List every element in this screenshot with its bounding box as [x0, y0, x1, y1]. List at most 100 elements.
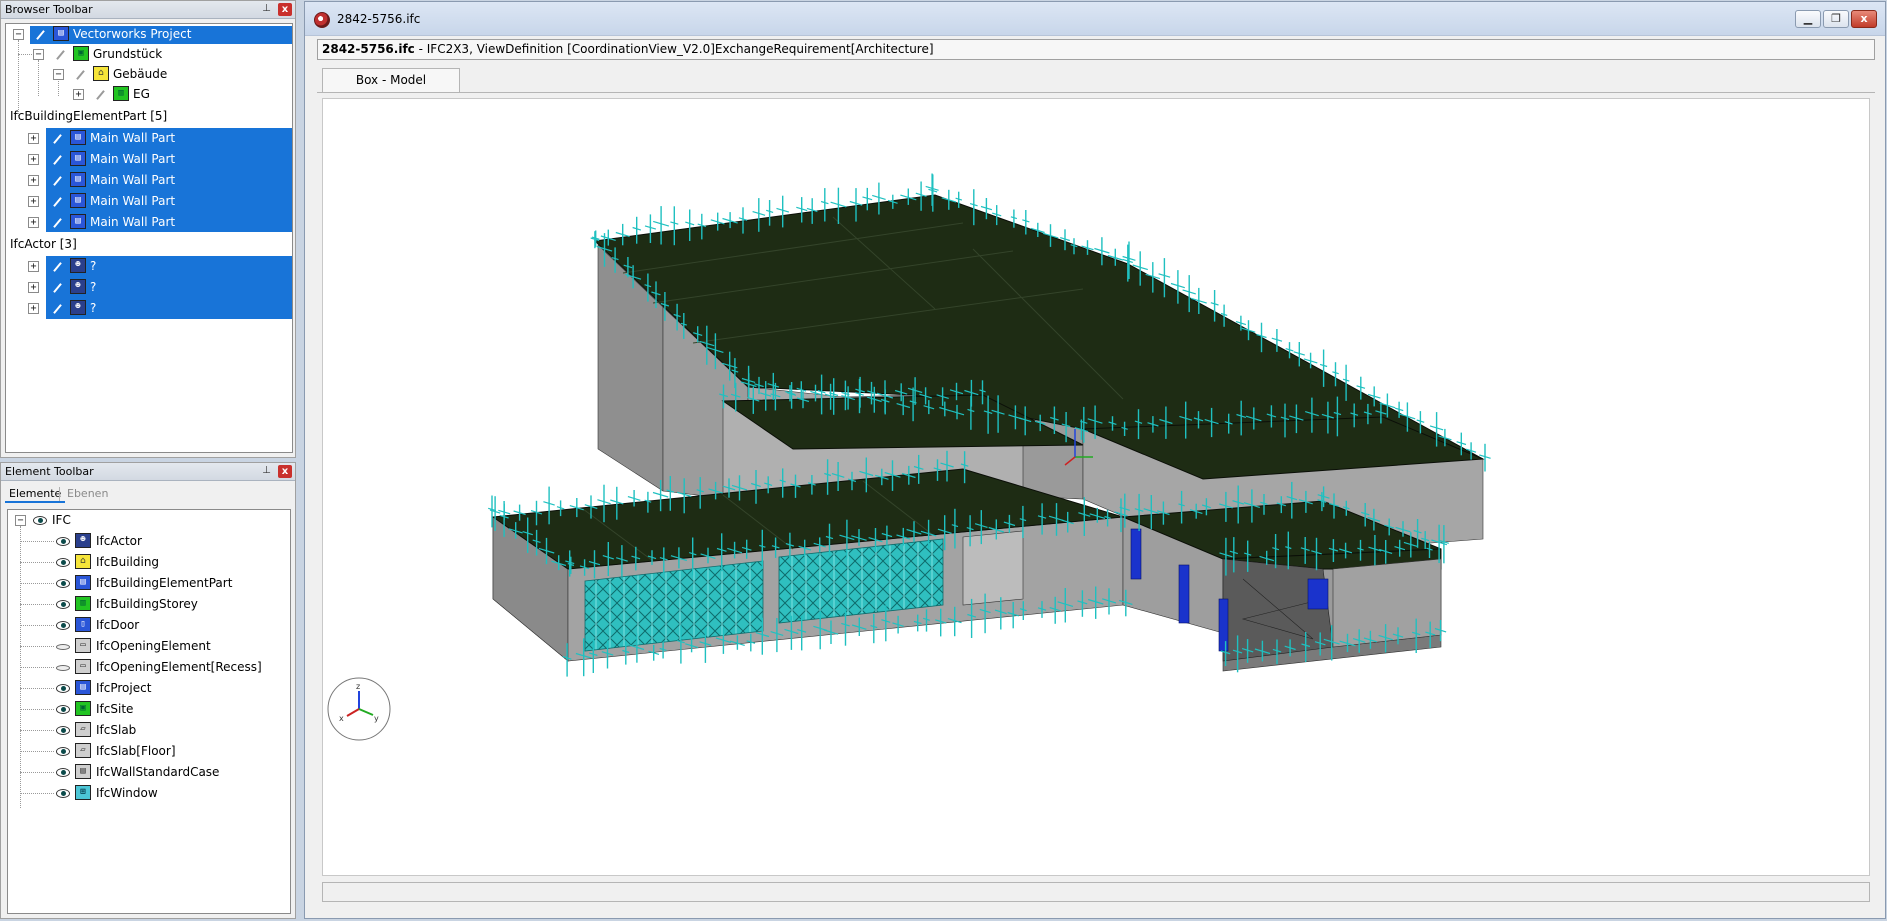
expand-toggle[interactable]: + [28, 175, 39, 186]
expand-toggle[interactable]: + [28, 196, 39, 207]
close-button[interactable]: x [1851, 10, 1877, 28]
expand-toggle[interactable]: + [28, 282, 39, 293]
tree-guide [20, 730, 54, 731]
tab-elemente[interactable]: Elemente [5, 484, 66, 503]
eye-icon[interactable] [56, 747, 70, 756]
expand-toggle[interactable]: + [28, 303, 39, 314]
element-item-ifcslab[interactable]: ▱ IfcSlab [8, 720, 290, 740]
element-item-ifcwindow[interactable]: ⊞ IfcWindow [8, 783, 290, 803]
expand-toggle[interactable]: + [28, 133, 39, 144]
project-icon: ▤ [53, 26, 69, 41]
tree-item-gebaeude[interactable]: − ⌂ Gebäude [6, 64, 292, 84]
eye-icon[interactable] [56, 726, 70, 735]
eye-closed-icon[interactable] [56, 644, 70, 650]
window-title: 2842-5756.ifc [337, 12, 421, 26]
element-item-ifcdoor[interactable]: ▯ IfcDoor [8, 615, 290, 635]
tab-box-model[interactable]: Box - Model [322, 68, 460, 92]
tree-item-actor[interactable]: + ☻ ? [6, 256, 292, 276]
minimize-button[interactable]: ▁ [1795, 10, 1821, 28]
door-marker [1307, 578, 1329, 610]
3d-model-canvas[interactable]: z x y [323, 99, 1870, 876]
document-window: 2842-5756.ifc ▁ ❐ x 2842-5756.ifc - IFC2… [304, 1, 1886, 919]
collapse-toggle[interactable]: − [13, 29, 24, 40]
element-item-ifcslab-floor[interactable]: ▱ IfcSlab[Floor] [8, 741, 290, 761]
tree-item-eg[interactable]: + ▥ EG [6, 84, 292, 104]
tab-ebenen[interactable]: Ebenen [63, 484, 112, 503]
tree-item-main-wall-part[interactable]: + ▤ Main Wall Part [6, 191, 292, 211]
actor-icon: ☻ [70, 279, 86, 294]
tree-guide [20, 604, 54, 605]
eye-icon[interactable] [56, 537, 70, 546]
app-logo-icon [314, 12, 330, 28]
eye-icon[interactable] [56, 705, 70, 714]
pin-icon[interactable]: ⊥ [260, 3, 273, 16]
tree-item-grundstueck[interactable]: − ▣ Grundstück [6, 44, 292, 64]
expand-toggle[interactable]: + [28, 217, 39, 228]
tree-group-buildingelementpart[interactable]: IfcBuildingElementPart [5] [6, 106, 292, 126]
eye-icon[interactable] [56, 789, 70, 798]
window-titlebar[interactable]: 2842-5756.ifc ▁ ❐ x [305, 2, 1885, 36]
element-item-ifcopeningelement[interactable]: ▭ IfcOpeningElement [8, 636, 290, 656]
file-name: 2842-5756.ifc [322, 42, 415, 56]
tree-item-main-wall-part[interactable]: + ▤ Main Wall Part [6, 128, 292, 148]
axis-gizmo[interactable]: z x y [327, 677, 391, 741]
tree-item-ifc-root[interactable]: − IFC [8, 510, 290, 530]
expand-toggle[interactable]: + [73, 89, 84, 100]
element-item-ifcopeningelement-recess[interactable]: ▭ IfcOpeningElement[Recess] [8, 657, 290, 677]
close-icon[interactable]: x [278, 3, 292, 16]
element-item-ifcbuildingstorey[interactable]: ▥ IfcBuildingStorey [8, 594, 290, 614]
pencil-icon [53, 197, 62, 207]
door-icon: ▯ [75, 617, 91, 632]
expand-toggle[interactable]: + [28, 261, 39, 272]
project-tree[interactable]: − ▤ Vectorworks Project − ▣ Grundstück −… [5, 23, 293, 453]
tree-item-vectorworks-project[interactable]: − ▤ Vectorworks Project [6, 24, 292, 44]
element-item-ifcsite[interactable]: ▣ IfcSite [8, 699, 290, 719]
eye-icon[interactable] [56, 558, 70, 567]
eye-icon[interactable] [56, 768, 70, 777]
element-tree[interactable]: − IFC ☻ IfcActor ⌂ IfcBuilding ▤ IfcBuil… [7, 509, 291, 914]
window-icon: ⊞ [75, 785, 91, 800]
collapse-toggle[interactable]: − [15, 515, 26, 526]
eye-icon[interactable] [56, 621, 70, 630]
eye-icon[interactable] [33, 516, 47, 525]
building-icon: ⌂ [75, 554, 91, 569]
pin-icon[interactable]: ⊥ [260, 465, 273, 478]
actor-icon: ☻ [70, 258, 86, 273]
tree-item-label: IfcSite [96, 702, 134, 716]
collapse-toggle[interactable]: − [33, 49, 44, 60]
tree-item-main-wall-part[interactable]: + ▤ Main Wall Part [6, 170, 292, 190]
collapse-toggle[interactable]: − [53, 69, 64, 80]
tree-guide [20, 688, 54, 689]
actor-icon: ☻ [70, 300, 86, 315]
tree-item-actor[interactable]: + ☻ ? [6, 298, 292, 318]
eye-icon[interactable] [56, 600, 70, 609]
site-icon: ▣ [75, 701, 91, 716]
status-bar [322, 882, 1870, 902]
project-icon: ▤ [75, 680, 91, 695]
tree-item-label: Gebäude [113, 67, 168, 81]
tree-item-main-wall-part[interactable]: + ▤ Main Wall Part [6, 149, 292, 169]
element-item-ifcbuildingelementpart[interactable]: ▤ IfcBuildingElementPart [8, 573, 290, 593]
close-icon[interactable]: x [278, 465, 292, 478]
tree-item-label: Grundstück [93, 47, 163, 61]
element-item-ifcbuilding[interactable]: ⌂ IfcBuilding [8, 552, 290, 572]
element-item-ifcwallstandardcase[interactable]: ▤ IfcWallStandardCase [8, 762, 290, 782]
browser-toolbar-panel: Browser Toolbar ⊥ x − ▤ Vectorworks Proj… [0, 0, 296, 458]
element-item-ifcproject[interactable]: ▤ IfcProject [8, 678, 290, 698]
eye-icon[interactable] [56, 684, 70, 693]
wall-part-icon: ▤ [70, 130, 86, 145]
eye-closed-icon[interactable] [56, 665, 70, 671]
expand-toggle[interactable]: + [28, 154, 39, 165]
storey-icon: ▥ [113, 86, 129, 101]
tree-item-main-wall-part[interactable]: + ▤ Main Wall Part [6, 212, 292, 232]
eye-icon[interactable] [56, 579, 70, 588]
tree-item-label: IfcBuildingElementPart [96, 576, 233, 590]
door-marker [1218, 598, 1229, 652]
pencil-icon [53, 134, 62, 144]
tree-item-actor[interactable]: + ☻ ? [6, 277, 292, 297]
element-item-ifcactor[interactable]: ☻ IfcActor [8, 531, 290, 551]
pencil-icon [96, 90, 105, 100]
tree-group-actor[interactable]: IfcActor [3] [6, 234, 292, 254]
3d-viewport[interactable]: z x y [322, 98, 1870, 876]
restore-button[interactable]: ❐ [1823, 10, 1849, 28]
